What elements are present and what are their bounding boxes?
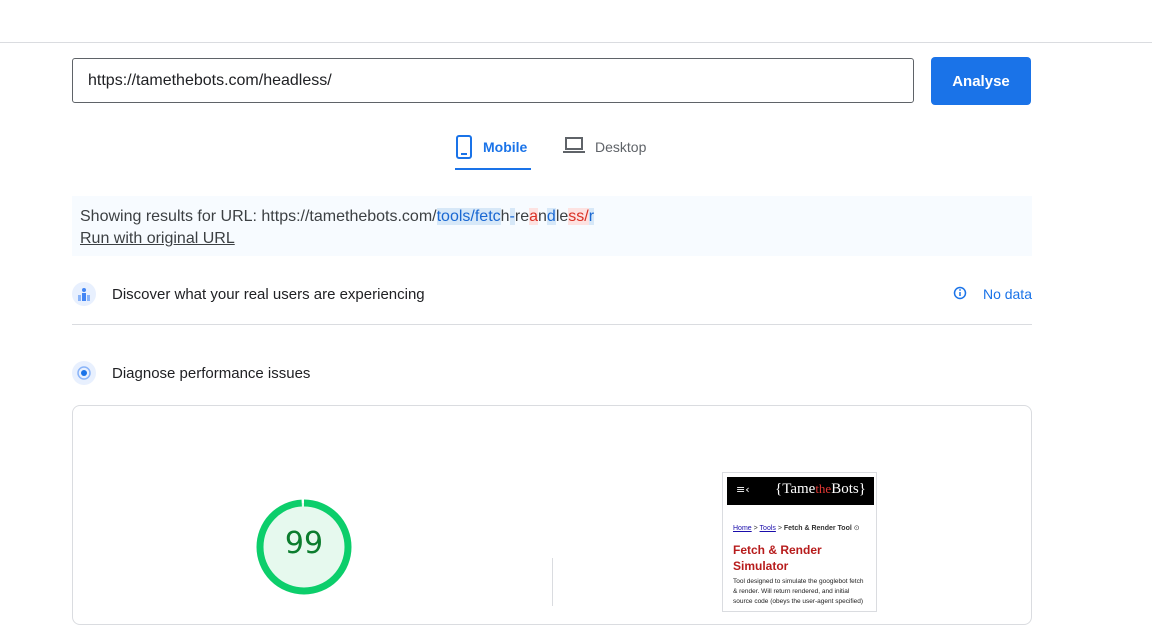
page-screenshot-thumbnail: ≡‹ {TametheBots} Home > Tools > Fetch & …	[722, 472, 877, 612]
lab-data-title: Diagnose performance issues	[112, 364, 311, 382]
laptop-icon	[563, 135, 585, 158]
analyse-button[interactable]: Analyse	[931, 57, 1031, 105]
url-diff-segment: r	[588, 208, 595, 225]
site-logo: {TametheBots}	[775, 481, 866, 497]
results-url-prefix: Showing results for URL: https://tamethe…	[80, 208, 437, 225]
performance-score: 99	[284, 526, 324, 561]
thumbnail-breadcrumb: Home > Tools > Fetch & Render Tool ⊙	[733, 525, 860, 532]
url-diff-segment: tools/fetc	[436, 208, 501, 225]
url-diff-segment: ss/	[568, 208, 589, 225]
section-divider	[72, 324, 1032, 325]
field-data-header: Discover what your real users are experi…	[72, 282, 1032, 306]
url-diff-segment: d	[546, 208, 556, 225]
users-icon	[72, 282, 96, 306]
thumbnail-description: Tool designed to simulate the googlebot …	[733, 578, 864, 605]
results-url-line: Showing results for URL: https://tamethe…	[80, 206, 1024, 228]
url-diff-segment: re	[514, 208, 530, 225]
tab-desktop-label: Desktop	[595, 139, 647, 155]
menu-icon: ≡‹	[736, 483, 750, 496]
run-original-url-link[interactable]: Run with original URL	[80, 228, 235, 250]
url-diff-segment: n	[538, 208, 547, 225]
smartphone-icon	[455, 135, 473, 162]
no-data-indicator[interactable]: No data	[953, 282, 1032, 306]
info-icon	[953, 286, 967, 303]
thumbnail-title: Fetch & Render Simulator	[733, 543, 822, 573]
card-divider	[552, 558, 553, 606]
url-diff-segment: h	[500, 208, 510, 225]
thumbnail-site-header: ≡‹ {TametheBots}	[727, 477, 874, 505]
url-diff-segment: le	[555, 208, 569, 225]
help-circle-icon: ⊙	[853, 525, 860, 532]
lab-data-header: Diagnose performance issues	[72, 360, 1032, 386]
url-input[interactable]	[72, 58, 914, 103]
field-data-title: Discover what your real users are experi…	[112, 285, 425, 303]
tab-mobile[interactable]: Mobile	[455, 132, 531, 170]
tab-desktop[interactable]: Desktop	[563, 132, 659, 170]
header-divider	[0, 42, 1152, 43]
diagnose-icon	[72, 361, 96, 385]
url-diff-segment: a	[529, 208, 539, 225]
redirect-notice: Showing results for URL: https://tamethe…	[72, 196, 1032, 256]
no-data-label: No data	[982, 286, 1032, 302]
tab-mobile-label: Mobile	[483, 139, 528, 155]
